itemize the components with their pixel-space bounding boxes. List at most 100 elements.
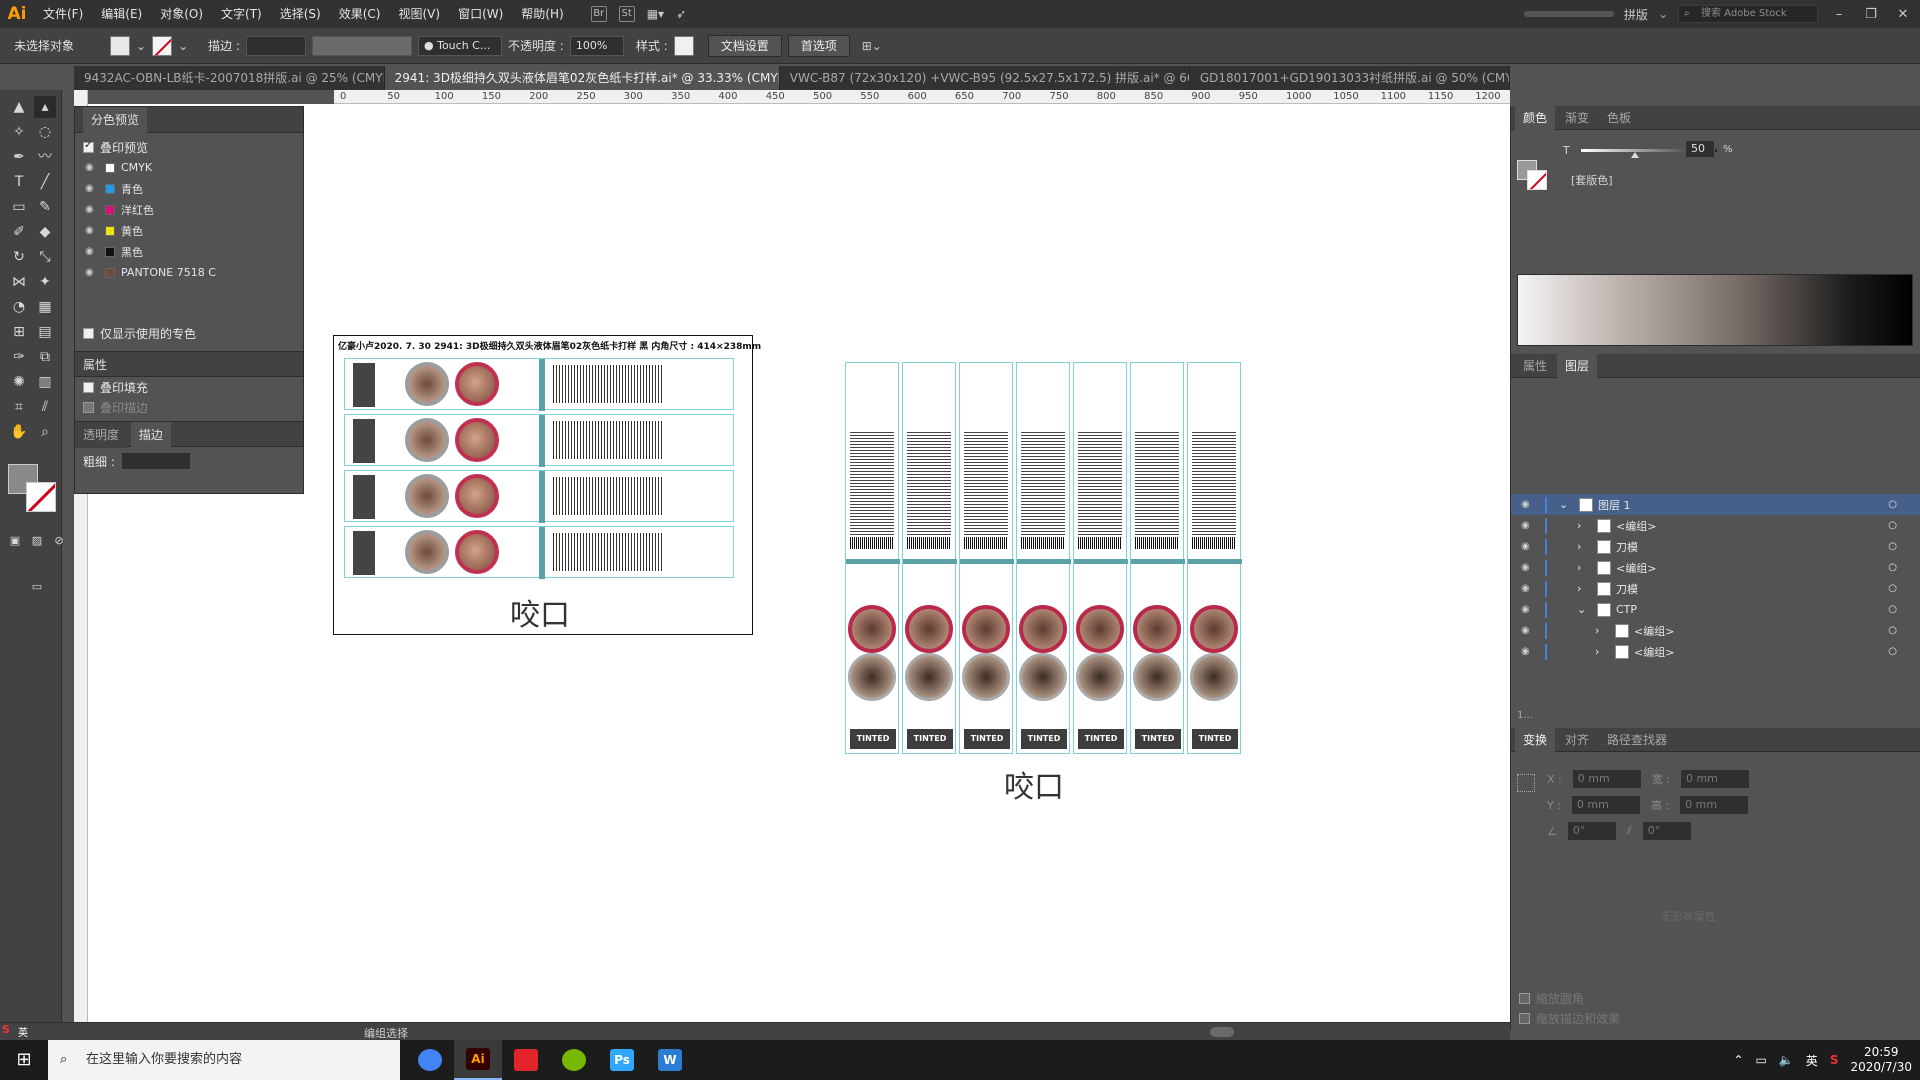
layer-row[interactable]: ◉ › <编组> ○ <box>1511 557 1920 578</box>
target-icon[interactable]: ○ <box>1888 541 1897 552</box>
paintbrush-icon[interactable]: ✎ <box>34 196 56 218</box>
eye-icon[interactable]: ◉ <box>1521 646 1535 657</box>
clock[interactable]: 20:59 2020/7/30 <box>1850 1045 1912 1075</box>
card-row[interactable] <box>344 414 734 467</box>
lasso-icon[interactable]: ◌ <box>34 121 56 143</box>
layer-row[interactable]: ◉ › 刀模 ○ <box>1511 578 1920 599</box>
scale-corners-checkbox[interactable] <box>1519 992 1530 1004</box>
tab-doc-2[interactable]: 2941: 3D极细持久双头液体眉笔02灰色纸卡打样.ai* @ 33.33% … <box>384 66 780 90</box>
tab-transparency[interactable]: 透明度 <box>75 422 128 448</box>
panel-tab-色板[interactable]: 色板 <box>1599 106 1639 130</box>
panel-tab-变换[interactable]: 变换 <box>1515 727 1556 752</box>
draw-normal-icon[interactable]: ▣ <box>4 530 26 552</box>
panel-tab-颜色[interactable]: 颜色 <box>1515 105 1556 130</box>
bridge-icon[interactable]: Br <box>590 6 607 22</box>
eraser-icon[interactable]: ◆ <box>34 221 56 243</box>
target-icon[interactable]: ○ <box>1888 646 1897 657</box>
menu-item-5[interactable]: 效果(C) <box>330 0 390 28</box>
brush-dropdown[interactable]: ● Touch C... <box>417 35 502 56</box>
tray-chevron-icon[interactable]: ⌃ <box>1733 1053 1743 1067</box>
tab-doc-1[interactable]: 9432AC-OBN-LB纸卡-2007018拼版.ai @ 25% (CMYK… <box>74 66 385 90</box>
minimize-button[interactable]: – <box>1828 7 1850 22</box>
chevron-right-icon[interactable]: › <box>1577 519 1591 532</box>
separation-row[interactable]: ◉ 洋红色 <box>75 199 303 220</box>
none-mode-icon[interactable]: ⊘ <box>48 530 70 552</box>
print-strip[interactable]: TINTED <box>1130 362 1185 754</box>
type-tool-icon[interactable]: T <box>8 171 30 193</box>
print-strip[interactable]: TINTED <box>902 362 957 754</box>
align-icon[interactable]: ⊞⌄ <box>862 39 882 53</box>
tint-input[interactable]: 50 <box>1685 140 1715 158</box>
menu-item-0[interactable]: 文件(F) <box>34 0 92 28</box>
eye-icon[interactable]: ◉ <box>1521 562 1535 573</box>
chevron-right-icon[interactable]: › <box>1577 561 1591 574</box>
mesh-tool-icon[interactable]: ⊞ <box>8 321 30 343</box>
chevron-right-icon[interactable]: › <box>1595 624 1609 637</box>
taskbar-app-app-green[interactable] <box>550 1040 598 1080</box>
shear-input[interactable]: 0° <box>1641 821 1692 841</box>
eye-icon[interactable]: ◉ <box>85 162 99 173</box>
taskbar-app-photoshop[interactable]: Ps <box>598 1040 646 1080</box>
print-strip[interactable]: TINTED <box>1187 362 1242 754</box>
perspective-grid-icon[interactable]: ▦ <box>34 296 56 318</box>
tab-doc-4[interactable]: GD18017001+GD19013033衬纸拼版.ai @ 50% (CMYK… <box>1189 66 1510 90</box>
width-input[interactable]: 0 mm <box>1679 769 1750 789</box>
windows-start-icon[interactable]: ⊞ <box>0 1040 48 1080</box>
network-icon[interactable]: ▭ <box>1756 1053 1767 1067</box>
scale-tool-icon[interactable]: ⤡ <box>34 246 56 268</box>
separations-tab[interactable]: 分色预览 <box>75 107 303 133</box>
height-input[interactable]: 0 mm <box>1679 795 1750 815</box>
shaper-tool-icon[interactable]: ✐ <box>8 221 30 243</box>
panel-tab-对齐[interactable]: 对齐 <box>1557 728 1597 752</box>
color-spectrum[interactable] <box>1517 274 1913 346</box>
taskbar-app-illustrator[interactable]: Ai <box>454 1040 502 1080</box>
shape-builder-icon[interactable]: ◔ <box>8 296 30 318</box>
menu-item-3[interactable]: 文字(T) <box>212 0 271 28</box>
eye-icon[interactable]: ◉ <box>1521 625 1535 636</box>
rectangle-tool-icon[interactable]: ▭ <box>8 196 30 218</box>
target-icon[interactable]: ○ <box>1888 583 1897 594</box>
layer-row[interactable]: ◉ ⌄ CTP ○ <box>1511 599 1920 620</box>
separation-row[interactable]: ◉ CMYK <box>75 157 303 178</box>
tray-ime[interactable]: 英 <box>1806 1052 1818 1069</box>
magic-wand-icon[interactable]: ✧ <box>8 121 30 143</box>
menu-item-2[interactable]: 对象(O) <box>151 0 212 28</box>
tab-stroke[interactable]: 描边 <box>130 422 171 448</box>
artboard-left[interactable]: 亿豪小卢2020. 7. 30 2941: 3D极细持久双头液体眉笔02灰色纸卡… <box>333 335 761 635</box>
target-icon[interactable]: ○ <box>1888 499 1897 510</box>
close-button[interactable]: ✕ <box>1892 7 1914 22</box>
document-setup-button[interactable]: 文档设置 <box>707 34 782 57</box>
ime-indicator[interactable]: S <box>2 1023 10 1036</box>
target-icon[interactable]: ○ <box>1888 604 1897 615</box>
layer-row[interactable]: ◉ › 刀模 ○ <box>1511 536 1920 557</box>
overprint-fill-checkbox[interactable] <box>83 381 94 393</box>
print-strip[interactable]: TINTED <box>1016 362 1071 754</box>
arrange-docs-icon[interactable]: ▦▾ <box>647 7 664 21</box>
eye-icon[interactable]: ◉ <box>85 225 99 236</box>
graph-tool-icon[interactable]: ▥ <box>34 371 56 393</box>
print-strip[interactable]: TINTED <box>959 362 1014 754</box>
gradient-mode-icon[interactable]: ▨ <box>26 530 48 552</box>
card-row[interactable] <box>344 526 734 579</box>
variable-width-dropdown[interactable] <box>311 35 412 56</box>
menu-item-1[interactable]: 编辑(E) <box>92 0 151 28</box>
chevron-down-icon[interactable]: ⌄ <box>1577 603 1591 616</box>
separation-row[interactable]: ◉ PANTONE 7518 C <box>75 262 303 283</box>
weight-input[interactable] <box>120 452 191 470</box>
direct-selection-tool-icon[interactable]: ▴ <box>34 96 56 118</box>
artboard-tool-icon[interactable]: ⌗ <box>8 396 30 418</box>
selection-tool-icon[interactable]: ▲ <box>8 96 30 118</box>
chevron-down-icon[interactable]: ⌄ <box>1658 7 1668 21</box>
horizontal-scrollbar[interactable] <box>1210 1027 1234 1037</box>
puppet-warp-icon[interactable]: ✦ <box>34 271 56 293</box>
menu-item-4[interactable]: 选择(S) <box>271 0 330 28</box>
layer-row[interactable]: ◉ › <编组> ○ <box>1511 515 1920 536</box>
scale-strokes-checkbox[interactable] <box>1519 1012 1530 1024</box>
line-tool-icon[interactable]: ╱ <box>34 171 56 193</box>
zoom-tool-icon[interactable]: ⌕ <box>34 421 56 443</box>
stock-search-input[interactable]: ⌕ 搜索 Adobe Stock <box>1678 5 1818 23</box>
chevron-down-icon[interactable]: ⌄ <box>1559 498 1573 511</box>
panel-tab-图层[interactable]: 图层 <box>1557 353 1598 378</box>
layer-row[interactable]: ◉ ⌄ 图层 1 ○ <box>1511 494 1920 515</box>
target-icon[interactable]: ○ <box>1888 562 1897 573</box>
